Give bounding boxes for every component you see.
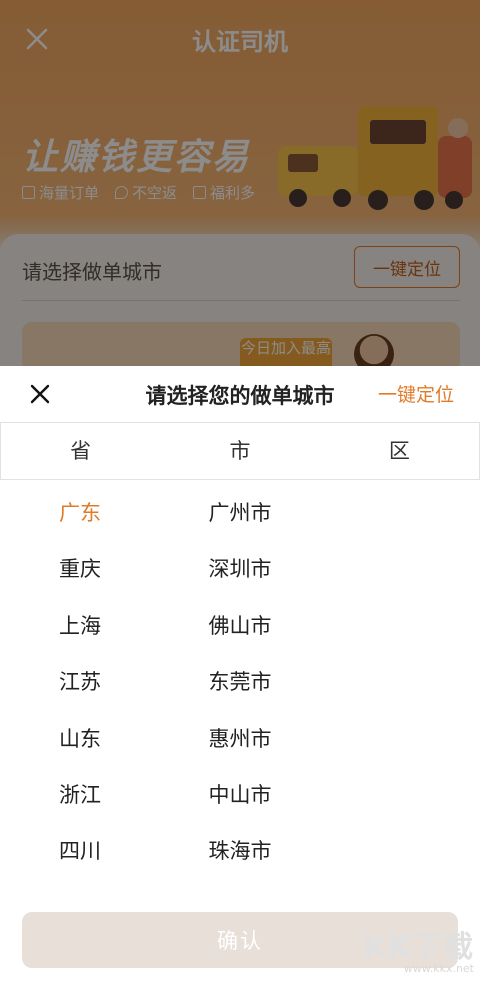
tab-district[interactable]: 区 — [320, 423, 479, 479]
province-option[interactable]: 浙江 — [0, 762, 160, 818]
column-header: 省 市 区 — [0, 422, 480, 480]
locate-link[interactable]: 一键定位 — [378, 380, 454, 407]
watermark: KK下载 www.kkx.net — [364, 922, 475, 975]
tab-province[interactable]: 省 — [1, 423, 160, 479]
province-option[interactable]: 重庆 — [0, 536, 160, 592]
city-picker-sheet: 请选择您的做单城市 一键定位 省 市 区 广东 重庆 上海 江苏 山东 浙江 四… — [0, 366, 480, 981]
province-option[interactable]: 广东 — [0, 480, 160, 536]
city-option[interactable]: 惠州市 — [160, 706, 320, 762]
city-option[interactable]: 东莞市 — [160, 649, 320, 705]
tab-city[interactable]: 市 — [160, 423, 319, 479]
province-option[interactable]: 山东 — [0, 706, 160, 762]
city-option[interactable]: 广州市 — [160, 480, 320, 536]
city-column[interactable]: 广州市 深圳市 佛山市 东莞市 惠州市 中山市 珠海市 — [160, 480, 320, 875]
province-option[interactable]: 上海 — [0, 593, 160, 649]
city-option[interactable]: 深圳市 — [160, 536, 320, 592]
province-option[interactable]: 四川 — [0, 818, 160, 874]
province-option[interactable]: 江苏 — [0, 649, 160, 705]
picker-list[interactable]: 广东 重庆 上海 江苏 山东 浙江 四川 广州市 深圳市 佛山市 东莞市 惠州市… — [0, 480, 480, 900]
city-option[interactable]: 佛山市 — [160, 593, 320, 649]
city-option[interactable]: 中山市 — [160, 762, 320, 818]
city-option[interactable]: 珠海市 — [160, 818, 320, 874]
watermark-logo: KK下载 — [363, 930, 474, 965]
sheet-header: 请选择您的做单城市 一键定位 — [0, 366, 480, 422]
province-column[interactable]: 广东 重庆 上海 江苏 山东 浙江 四川 — [0, 480, 160, 875]
